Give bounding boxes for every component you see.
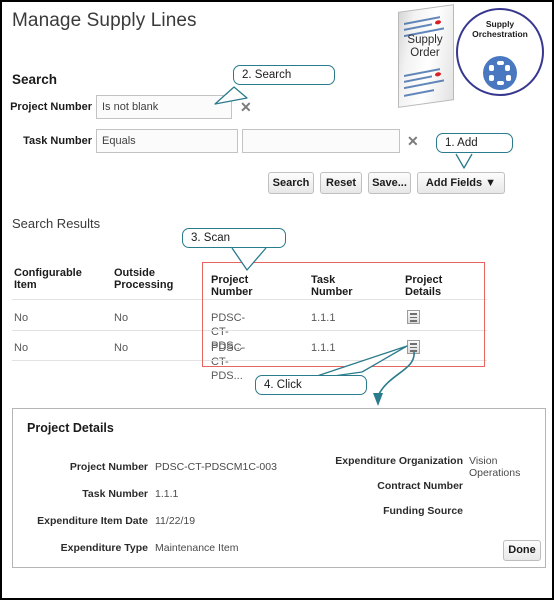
project-number-label: Project Number xyxy=(10,101,92,113)
click-to-panel-arrow xyxy=(373,351,415,406)
callout-scan-leader xyxy=(231,247,267,271)
label-expenditure-organization: Expenditure Organization xyxy=(335,455,463,467)
task-number-clear-icon[interactable]: ✕ xyxy=(407,129,419,153)
callout-click: 4. Click xyxy=(255,375,367,395)
task-number-value-input[interactable] xyxy=(242,129,400,153)
done-button-label: Done xyxy=(508,544,536,556)
column-header-outside-processing-line2: Processing xyxy=(114,279,174,291)
value-expenditure-organization: Vision Operations xyxy=(469,455,521,479)
task-number-label: Task Number xyxy=(23,135,92,147)
supply-order-label: Supply Order xyxy=(394,34,456,59)
value-expenditure-type: Maintenance Item xyxy=(155,542,239,554)
callout-search-leader xyxy=(214,86,248,105)
value-expenditure-item-date: 11/22/19 xyxy=(155,515,196,527)
label-project-number: Project Number xyxy=(69,461,148,473)
column-header-configurable-item-line1: Configurable xyxy=(14,267,82,279)
value-project-number: PDSC-CT-PDSCM1C-003 xyxy=(155,461,277,473)
orchestration-inner-circle xyxy=(483,56,517,90)
supply-order-label-line1: Supply xyxy=(407,34,443,46)
branding-logos: Supply Order Supply Orchestration xyxy=(394,4,546,108)
column-header-configurable-item-line2: Item xyxy=(14,279,37,291)
done-button[interactable]: Done xyxy=(503,540,541,561)
task-number-operator-select[interactable]: Equals xyxy=(96,129,238,153)
label-expenditure-type: Expenditure Type xyxy=(60,542,148,554)
callout-add: 1. Add xyxy=(436,133,513,153)
reset-button[interactable]: Reset xyxy=(320,172,362,194)
supply-orchestration-label: Supply Orchestration xyxy=(458,19,542,39)
save-button[interactable]: Save... xyxy=(368,172,411,194)
project-details-title: Project Details xyxy=(27,421,114,435)
cell-outside-processing: No xyxy=(114,342,129,354)
cell-outside-processing: No xyxy=(114,312,129,324)
label-task-number: Task Number xyxy=(82,488,148,500)
supply-orchestration-icon: Supply Orchestration xyxy=(456,8,544,96)
supply-order-label-line2: Order xyxy=(410,46,440,59)
column-header-outside-processing-line1: Outside xyxy=(114,267,155,279)
label-expenditure-item-date: Expenditure Item Date xyxy=(37,515,148,527)
project-details-panel: Project Details Project Number PDSC-CT-P… xyxy=(12,408,546,568)
screenshot-root: Manage Supply Lines Supply Order Supply … xyxy=(0,0,554,600)
search-button[interactable]: Search xyxy=(268,172,314,194)
cell-configurable-item: No xyxy=(14,342,29,354)
orchestration-label-line1: Supply xyxy=(485,19,515,29)
page-title: Manage Supply Lines xyxy=(12,10,197,31)
search-section-heading: Search xyxy=(12,72,58,87)
value-task-number: 1.1.1 xyxy=(155,488,179,500)
search-results-heading: Search Results xyxy=(12,216,101,231)
cell-configurable-item: No xyxy=(14,312,29,324)
callout-scan: 3. Scan xyxy=(182,228,286,248)
callout-search: 2. Search xyxy=(233,65,335,85)
label-contract-number: Contract Number xyxy=(377,480,463,492)
callout-add-leader xyxy=(455,153,473,169)
orchestration-label-line2: Orchestration xyxy=(472,29,528,39)
label-funding-source: Funding Source xyxy=(383,505,463,517)
